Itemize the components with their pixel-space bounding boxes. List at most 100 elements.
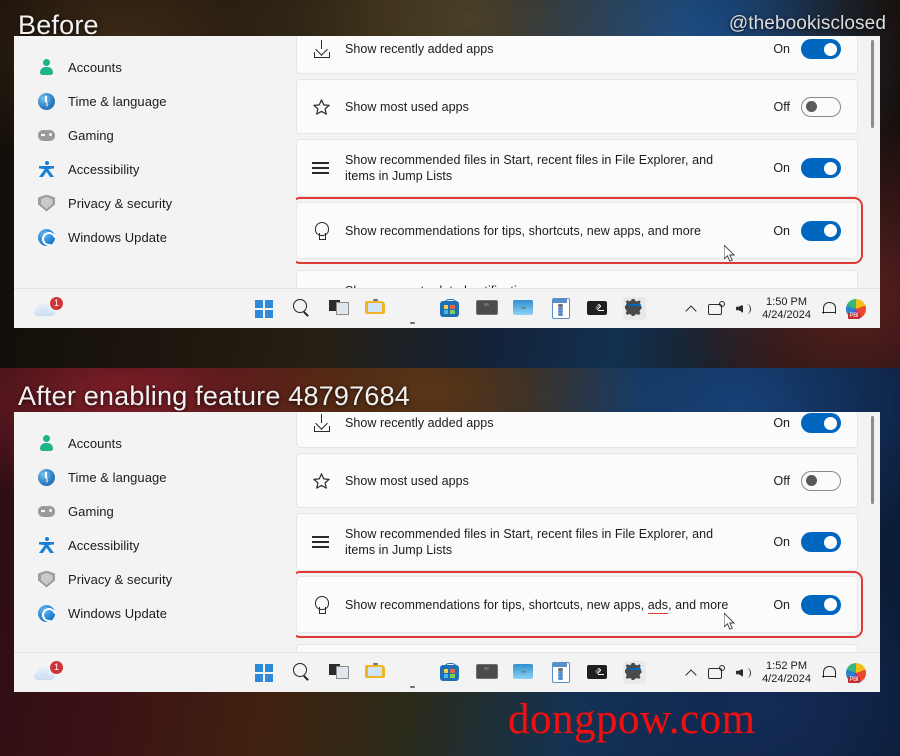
sidebar-item-windows-update[interactable]: Windows Update xyxy=(14,220,296,254)
microsoft-store-icon[interactable] xyxy=(438,661,461,684)
settings-window-before: Accounts Time & language Gaming Accessib… xyxy=(14,36,880,328)
task-view-icon[interactable] xyxy=(327,661,350,684)
sidebar-item-privacy-security[interactable]: Privacy & security xyxy=(14,186,296,220)
toggle-switch[interactable] xyxy=(801,470,841,491)
weather-badge-count: 1 xyxy=(50,296,63,310)
toggle-switch[interactable] xyxy=(801,594,841,615)
network-icon[interactable] xyxy=(708,665,726,680)
chevron-up-icon[interactable] xyxy=(684,302,698,316)
sidebar-item-label: Accessibility xyxy=(68,537,140,553)
author-handle: @thebookisclosed xyxy=(728,13,886,34)
setting-toggle-group[interactable]: On xyxy=(768,594,841,615)
sidebar-item-label: Windows Update xyxy=(68,605,167,621)
chevron-up-icon[interactable] xyxy=(684,666,698,680)
setting-title: Show recently added apps xyxy=(345,42,494,56)
gaming-icon xyxy=(38,127,55,144)
content-scrollbar-before[interactable] xyxy=(871,40,874,324)
notification-bell-icon[interactable] xyxy=(821,665,836,681)
taskbar-widgets-after[interactable]: 1 xyxy=(14,660,214,684)
file-explorer-icon[interactable] xyxy=(364,297,387,320)
volume-icon[interactable] xyxy=(735,301,752,316)
settings-gear-icon[interactable] xyxy=(622,661,646,684)
setting-row-recommended-files[interactable]: Show recommended files in Start, recent … xyxy=(296,139,858,197)
scrollbar-thumb[interactable] xyxy=(871,40,874,128)
setting-title: Show recommendations for tips, shortcuts… xyxy=(345,223,701,238)
windows-update-icon xyxy=(38,228,55,246)
setting-row-recently-added-apps[interactable]: Show recently added apps On xyxy=(296,36,858,74)
sidebar-item-gaming[interactable]: Gaming xyxy=(14,494,296,528)
lightbulb-icon xyxy=(311,221,333,241)
start-icon[interactable] xyxy=(253,297,276,320)
toggle-switch[interactable] xyxy=(801,158,841,178)
toggle-state-label: On xyxy=(773,223,790,238)
setting-toggle-group[interactable]: On xyxy=(768,158,841,178)
power-bi-icon[interactable] xyxy=(846,662,866,683)
remote-desktop-icon[interactable] xyxy=(475,297,498,320)
settings-window-after: Accounts Time & language Gaming Accessib… xyxy=(14,412,880,692)
media-player-icon[interactable] xyxy=(512,297,535,320)
sidebar-item-privacy-security[interactable]: Privacy & security xyxy=(14,562,296,596)
settings-gear-icon[interactable] xyxy=(622,297,646,320)
setting-row-recommended-files[interactable]: Show recommended files in Start, recent … xyxy=(296,513,858,571)
setting-toggle-group[interactable]: On xyxy=(768,39,841,59)
download-icon xyxy=(311,39,333,59)
sidebar-item-label: Time & language xyxy=(68,469,167,485)
setting-row-recently-added-apps[interactable]: Show recently added apps On xyxy=(296,412,858,448)
taskbar-widgets-before[interactable]: 1 xyxy=(14,296,214,320)
start-icon[interactable] xyxy=(253,661,276,684)
content-scrollbar-after[interactable] xyxy=(871,416,874,688)
sidebar-item-accessibility[interactable]: Accessibility xyxy=(14,152,296,186)
clock-widget[interactable]: 1:50 PM 4/24/2024 xyxy=(762,296,811,322)
sidebar-item-accessibility[interactable]: Accessibility xyxy=(14,528,296,562)
microsoft-store-icon[interactable] xyxy=(438,297,461,320)
sidebar-item-windows-update[interactable]: Windows Update xyxy=(14,596,296,630)
clock-widget[interactable]: 1:52 PM 4/24/2024 xyxy=(762,660,811,686)
weather-widget-icon[interactable]: 1 xyxy=(32,660,63,684)
weather-widget-icon[interactable]: 1 xyxy=(32,296,63,320)
edge-icon[interactable] xyxy=(401,297,424,324)
time-language-icon xyxy=(38,92,55,110)
notification-bell-icon[interactable] xyxy=(821,301,836,317)
setting-row-recommendations[interactable]: Show recommendations for tips, shortcuts… xyxy=(296,571,863,638)
sidebar-item-time-language[interactable]: Time & language xyxy=(14,84,296,118)
terminal-icon[interactable] xyxy=(586,661,609,684)
scrollbar-thumb[interactable] xyxy=(871,416,874,504)
toggle-state-label: On xyxy=(773,42,790,56)
setting-toggle-group[interactable]: On xyxy=(768,220,841,241)
setting-toggle-group[interactable]: Off xyxy=(768,470,841,491)
toggle-switch[interactable] xyxy=(801,413,841,433)
sidebar-item-gaming[interactable]: Gaming xyxy=(14,118,296,152)
sidebar-item-label: Privacy & security xyxy=(68,195,173,211)
terminal-icon[interactable] xyxy=(586,297,609,320)
power-bi-icon[interactable] xyxy=(846,298,866,319)
windows-update-icon xyxy=(38,604,55,622)
setting-row-most-used-apps[interactable]: Show most used apps Off xyxy=(296,79,858,134)
setting-toggle-group[interactable]: On xyxy=(768,532,841,552)
setting-title: Show most used apps xyxy=(345,99,469,114)
toggle-switch[interactable] xyxy=(801,220,841,241)
sidebar-item-accounts[interactable]: Accounts xyxy=(14,50,296,84)
toggle-switch[interactable] xyxy=(801,96,841,117)
toggle-state-label: Off xyxy=(773,99,790,114)
network-icon[interactable] xyxy=(708,301,726,316)
setting-toggle-group[interactable]: On xyxy=(768,413,841,433)
sidebar-item-time-language[interactable]: Time & language xyxy=(14,460,296,494)
edge-icon[interactable] xyxy=(401,661,424,688)
search-icon[interactable] xyxy=(290,297,313,320)
media-player-icon[interactable] xyxy=(512,661,535,684)
sidebar-item-label: Accessibility xyxy=(68,161,140,177)
remote-desktop-icon[interactable] xyxy=(475,661,498,684)
volume-icon[interactable] xyxy=(735,665,752,680)
toggle-switch[interactable] xyxy=(801,532,841,552)
toggle-switch[interactable] xyxy=(801,39,841,59)
notepad-icon[interactable] xyxy=(549,297,572,320)
setting-toggle-group[interactable]: Off xyxy=(768,96,841,117)
setting-row-recommendations[interactable]: Show recommendations for tips, shortcuts… xyxy=(296,197,863,264)
download-icon xyxy=(311,413,333,433)
task-view-icon[interactable] xyxy=(327,297,350,320)
search-icon[interactable] xyxy=(290,661,313,684)
sidebar-item-accounts[interactable]: Accounts xyxy=(14,426,296,460)
setting-row-most-used-apps[interactable]: Show most used apps Off xyxy=(296,453,858,508)
notepad-icon[interactable] xyxy=(549,661,572,684)
file-explorer-icon[interactable] xyxy=(364,661,387,684)
